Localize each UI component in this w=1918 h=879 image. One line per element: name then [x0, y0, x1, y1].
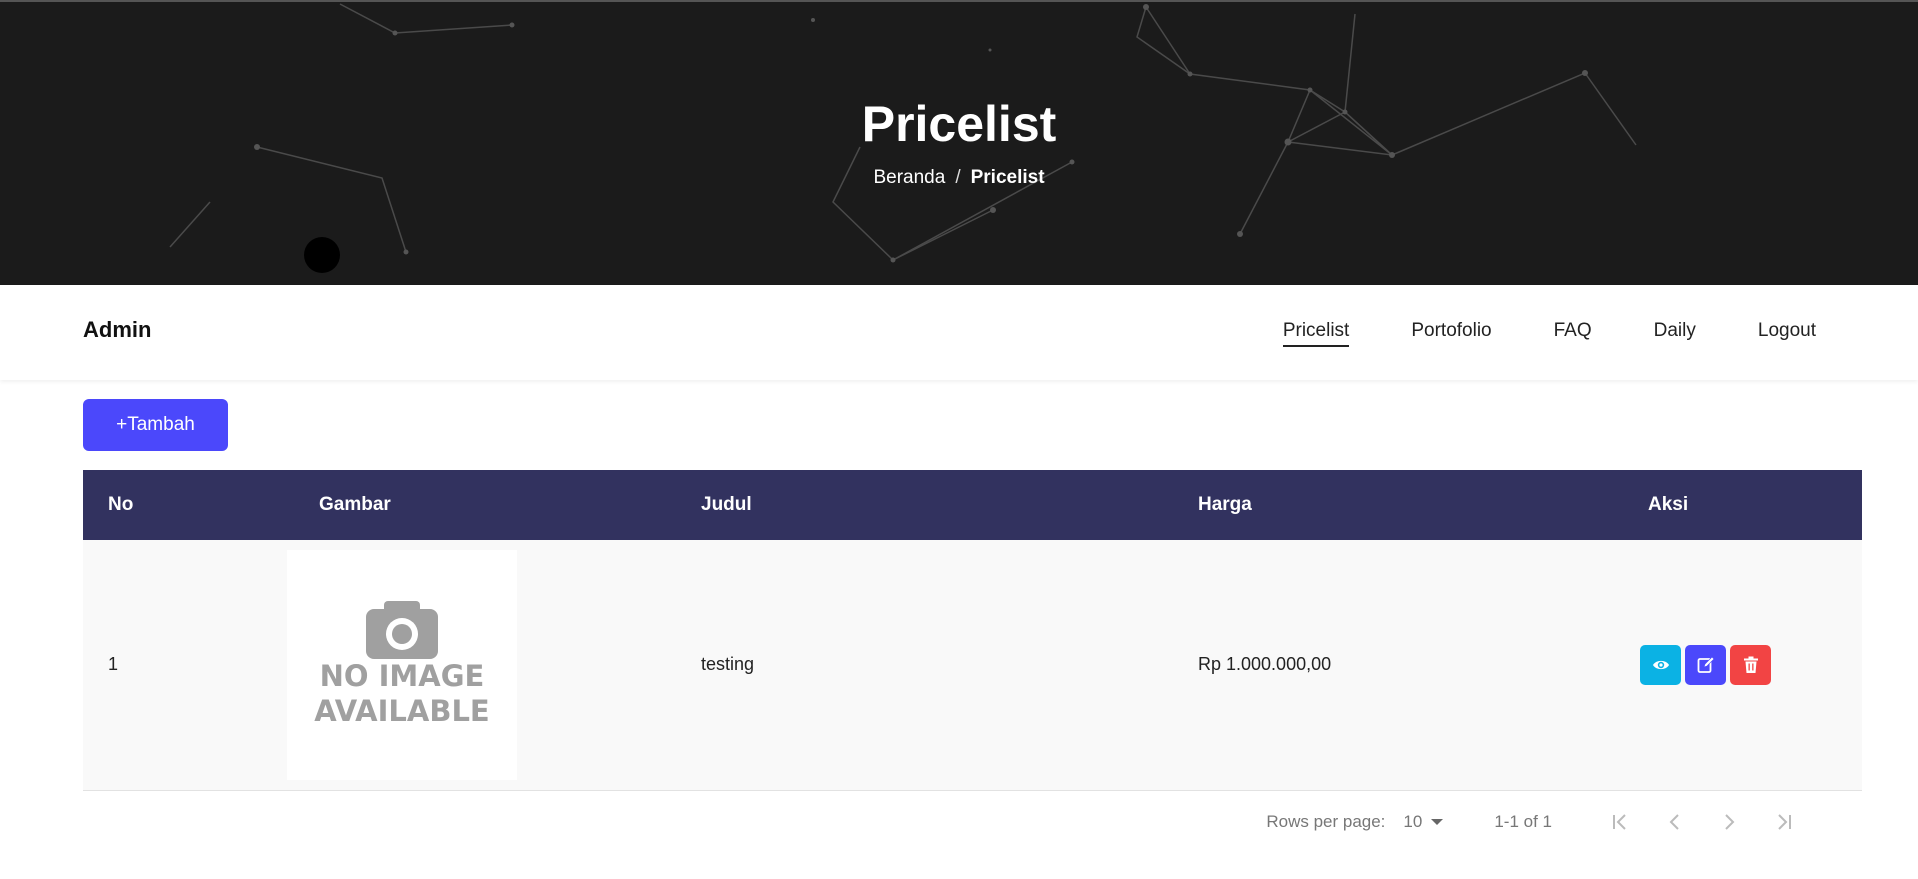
nav-links: Pricelist Portofolio FAQ Daily Logout	[1221, 319, 1816, 347]
nav-link-logout[interactable]: Logout	[1758, 319, 1816, 347]
chevron-left-icon	[1669, 814, 1679, 830]
header-gambar: Gambar	[319, 494, 391, 515]
cell-gambar: NO IMAGE AVAILABLE	[287, 540, 701, 790]
breadcrumb-current: Pricelist	[970, 167, 1045, 188]
first-page-icon	[1613, 814, 1626, 830]
table-row: 1 NO IMAGE AVAILABLE testing Rp 1.000.00…	[83, 540, 1862, 790]
edit-button[interactable]	[1685, 644, 1726, 685]
first-page-button[interactable]	[1594, 813, 1648, 831]
header-no: No	[108, 494, 134, 515]
nav-link-pricelist[interactable]: Pricelist	[1282, 319, 1350, 347]
page-title: Pricelist	[861, 96, 1057, 152]
row-actions	[1640, 644, 1862, 685]
rows-per-page-select[interactable]: 10	[1403, 812, 1444, 832]
table-header-row: No Gambar Judul Harga Aksi	[83, 470, 1862, 540]
rows-per-page-label: Rows per page:	[1266, 812, 1386, 831]
no-image-line1: NO IMAGE	[319, 658, 485, 693]
last-page-button[interactable]	[1756, 813, 1810, 831]
breadcrumb: Beranda / Pricelist	[0, 166, 1918, 190]
cell-no: 1	[108, 654, 119, 675]
nav-link-daily[interactable]: Daily	[1654, 319, 1696, 347]
rows-per-page-value: 10	[1403, 812, 1423, 831]
cell-judul: testing	[701, 654, 755, 675]
floating-dot	[304, 237, 340, 273]
cell-harga: Rp 1.000.000,00	[1198, 654, 1332, 675]
pagination: Rows per page: 10 1-1 of 1	[1266, 812, 1810, 832]
no-image-line2: AVAILABLE	[314, 693, 490, 728]
delete-button[interactable]	[1730, 644, 1771, 685]
no-image-placeholder: NO IMAGE AVAILABLE	[287, 549, 517, 780]
camera-icon	[366, 600, 438, 659]
pricelist-table: No Gambar Judul Harga Aksi 1 NO IMAGE AV…	[83, 470, 1862, 791]
caret-down-icon	[1431, 819, 1444, 825]
edit-icon	[1697, 656, 1714, 673]
hero-banner: Pricelist Beranda / Pricelist	[0, 0, 1918, 285]
view-button[interactable]	[1640, 644, 1681, 685]
nav-link-portofolio[interactable]: Portofolio	[1411, 319, 1491, 347]
header-aksi: Aksi	[1648, 494, 1689, 515]
prev-page-button[interactable]	[1648, 813, 1702, 831]
add-button[interactable]: +Tambah	[83, 399, 228, 451]
cell-aksi	[1640, 540, 1862, 790]
breadcrumb-separator: /	[955, 167, 961, 188]
navbar: Admin Pricelist Portofolio FAQ Daily Log…	[0, 285, 1918, 380]
next-page-button[interactable]	[1702, 813, 1756, 831]
brand-name[interactable]: Admin	[83, 317, 151, 343]
chevron-right-icon	[1725, 814, 1735, 830]
last-page-icon	[1778, 814, 1791, 830]
nav-link-faq[interactable]: FAQ	[1554, 319, 1592, 347]
eye-icon	[1652, 660, 1669, 669]
page-range: 1-1 of 1	[1494, 812, 1552, 831]
breadcrumb-home[interactable]: Beranda	[873, 167, 945, 188]
header-harga: Harga	[1198, 494, 1252, 515]
trash-icon	[1743, 656, 1758, 673]
header-judul: Judul	[701, 494, 752, 515]
